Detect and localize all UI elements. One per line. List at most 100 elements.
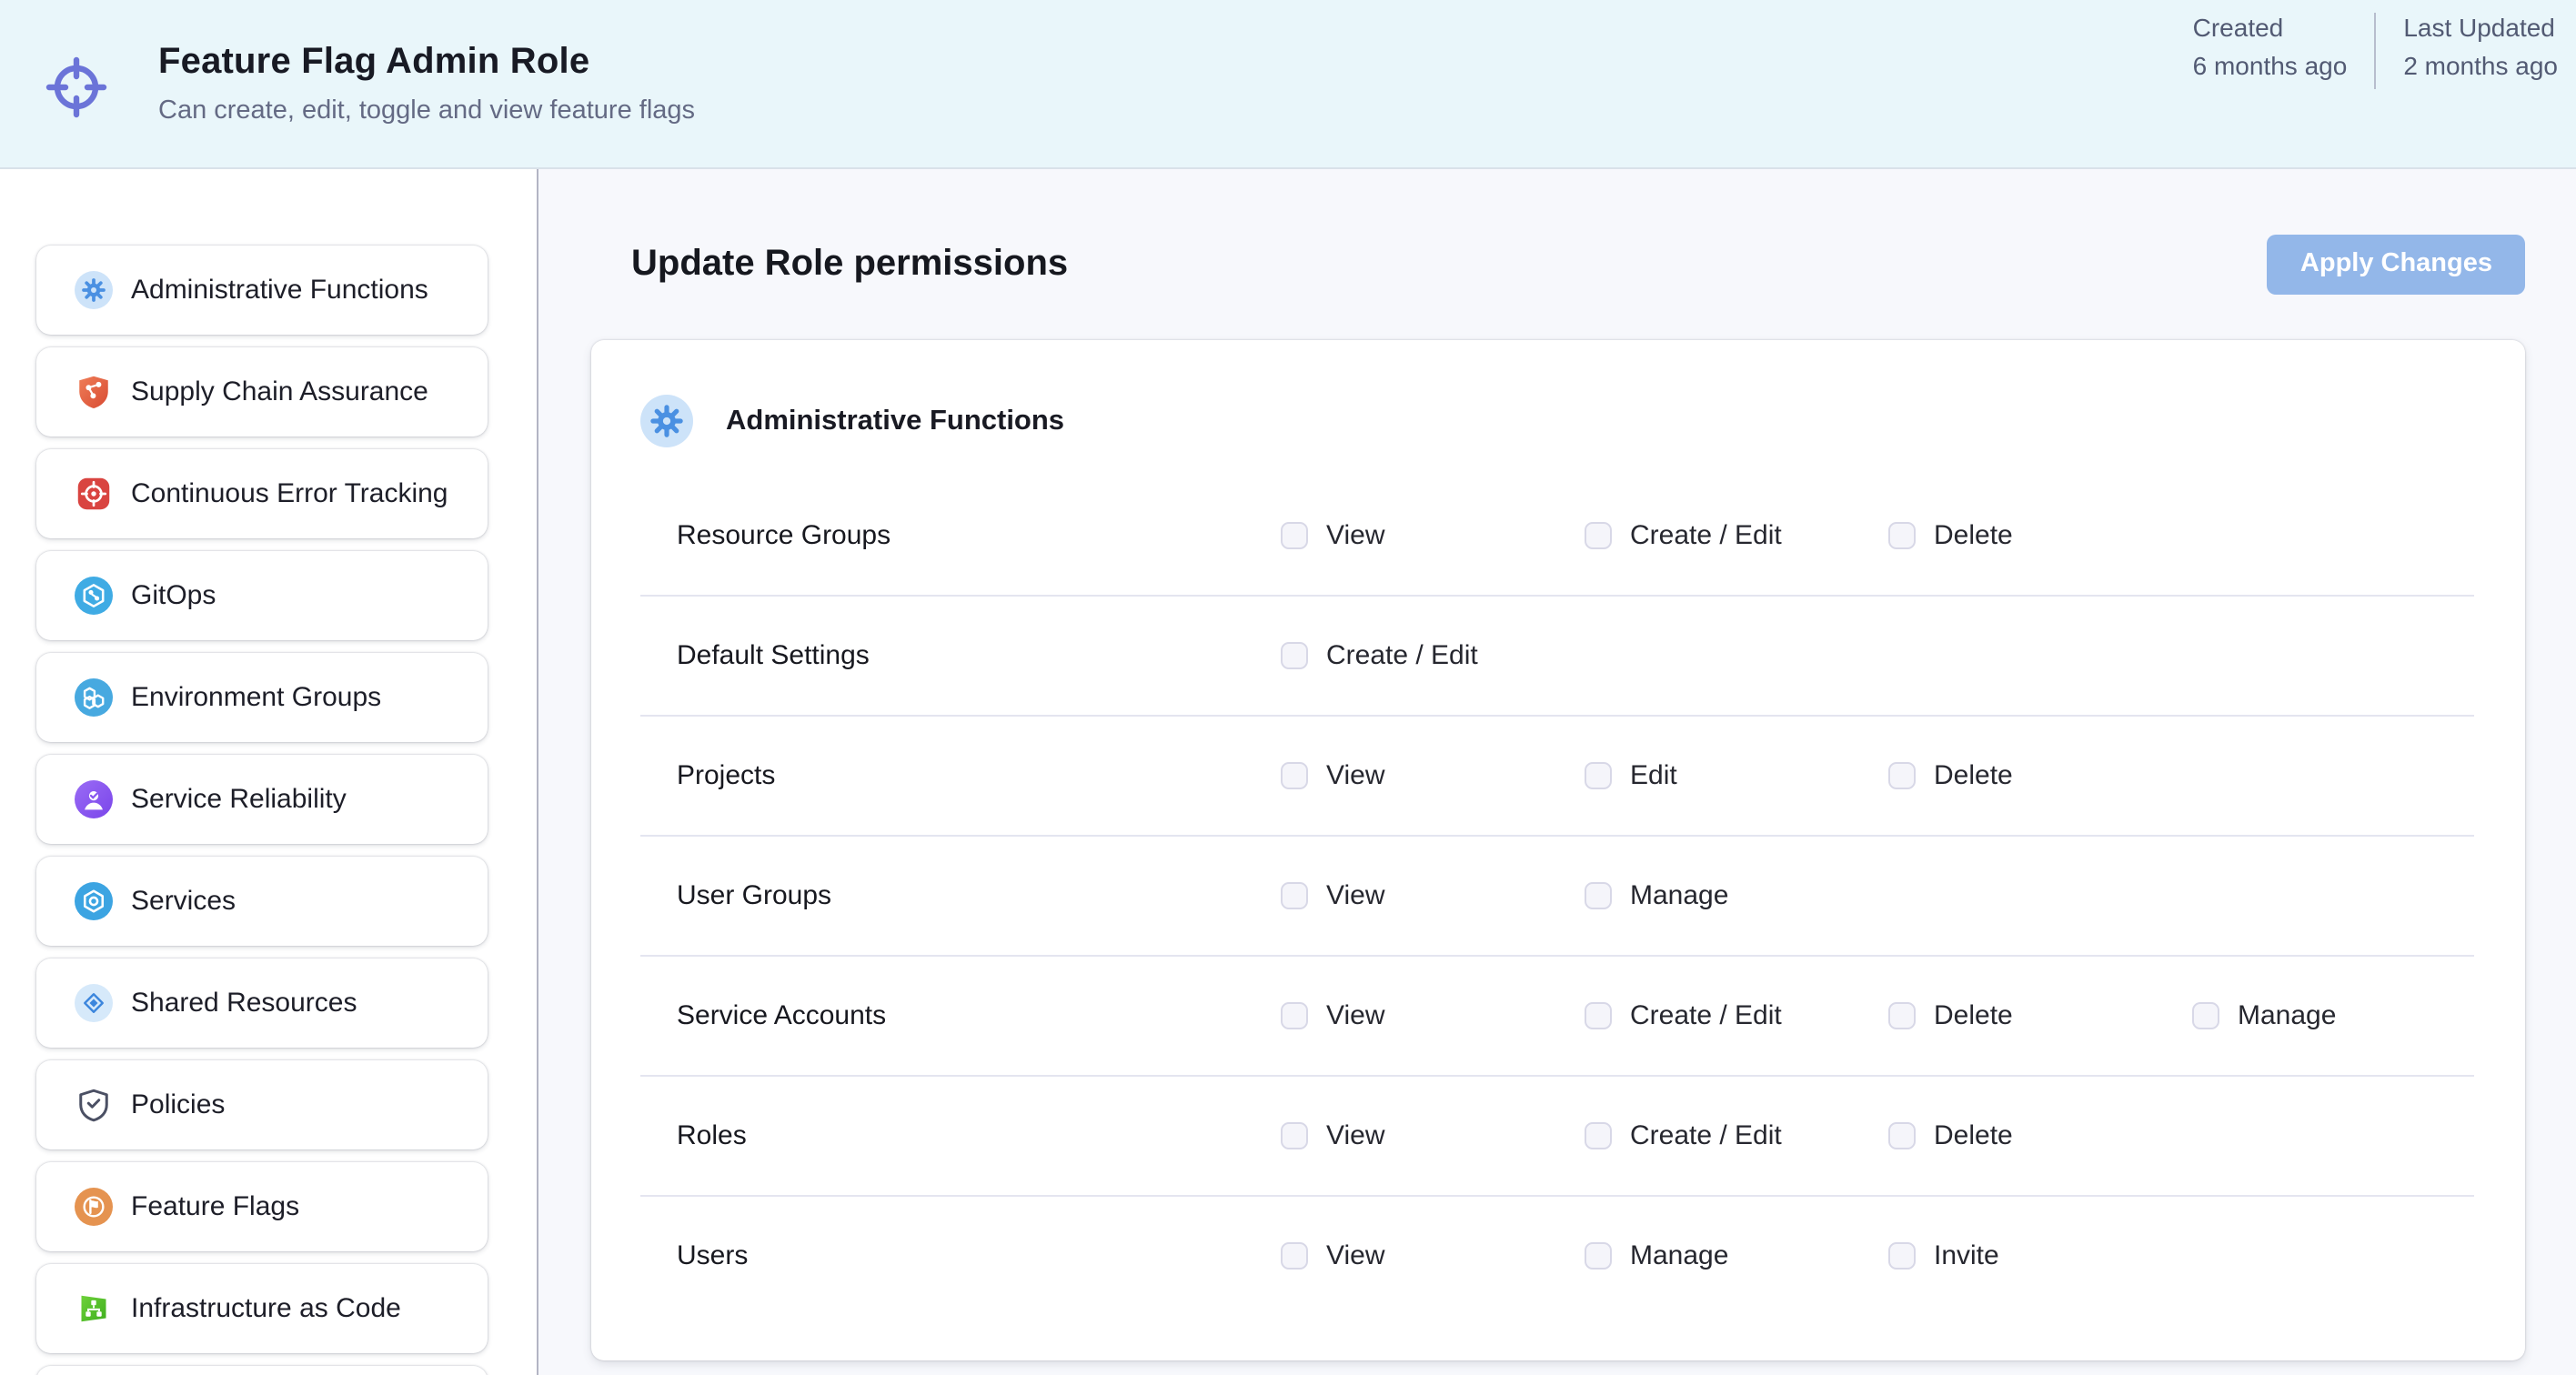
card-section-title: Administrative Functions <box>726 405 1064 437</box>
permission-label: View <box>1326 1120 1385 1151</box>
checkbox-service-accounts-create-edit[interactable] <box>1585 1002 1612 1029</box>
permission-label: Create / Edit <box>1630 1000 1782 1031</box>
page-body: Administrative Functions Supply Chain Ass… <box>0 169 2576 1375</box>
checkbox-users-view[interactable] <box>1281 1242 1308 1270</box>
permissions-table: Resource Groups View Create / Edit Delete De… <box>591 477 2525 1315</box>
permission-label: Edit <box>1630 760 1677 791</box>
permission-cell-manage: Manage <box>1585 1240 1888 1271</box>
sidebar-item-supply-chain-assurance[interactable]: Supply Chain Assurance <box>36 347 488 437</box>
checkbox-roles-delete[interactable] <box>1888 1122 1916 1149</box>
checkbox-resource-groups-view[interactable] <box>1281 522 1308 549</box>
apply-changes-button[interactable]: Apply Changes <box>2268 234 2525 294</box>
permission-cell-manage: Manage <box>1585 880 1888 911</box>
infrastructure-code-icon <box>75 1290 113 1328</box>
permission-label: Create / Edit <box>1630 520 1782 551</box>
checkbox-user-groups-view[interactable] <box>1281 882 1308 909</box>
checkbox-projects-edit[interactable] <box>1585 762 1612 789</box>
page-header: Feature Flag Admin Role Can create, edit… <box>0 0 2576 169</box>
permission-label: Manage <box>2238 1000 2336 1031</box>
meta-divider <box>2374 13 2376 89</box>
permission-cell-view: View <box>1281 760 1585 791</box>
sidebar-item-label: GitOps <box>131 580 216 611</box>
checkbox-roles-view[interactable] <box>1281 1122 1308 1149</box>
permission-label: View <box>1326 520 1385 551</box>
sidebar-item-service-reliability[interactable]: Service Reliability <box>36 755 488 844</box>
sidebar-item-label: Environment Groups <box>131 682 381 713</box>
permission-cell-create-edit: Create / Edit <box>1585 1000 1888 1031</box>
permission-cell-manage: Manage <box>2192 1000 2496 1031</box>
page-section-title: Update Role permissions <box>631 243 1068 285</box>
permission-cell-delete: Delete <box>1888 1000 2192 1031</box>
permission-cell-view: View <box>1281 1120 1585 1151</box>
permission-cell-view: View <box>1281 1000 1585 1031</box>
checkbox-default-settings-create-edit[interactable] <box>1281 642 1308 669</box>
permission-row-projects: ProjectsViewEditDelete <box>640 717 2474 837</box>
resource-name: Service Accounts <box>640 1000 1281 1031</box>
sidebar-item-services[interactable]: Services <box>36 857 488 946</box>
checkbox-users-invite[interactable] <box>1888 1242 1916 1270</box>
feature-flag-icon <box>75 1188 113 1226</box>
sidebar-item-infrastructure-as-code[interactable]: Infrastructure as Code <box>36 1264 488 1353</box>
permission-cell-view: View <box>1281 880 1585 911</box>
sidebar-item-continuous-error-tracking[interactable]: Continuous Error Tracking <box>36 449 488 538</box>
resource-name: Users <box>640 1240 1281 1271</box>
permission-label: View <box>1326 1240 1385 1271</box>
permission-label: Delete <box>1934 520 2013 551</box>
checkbox-roles-create-edit[interactable] <box>1585 1122 1612 1149</box>
sidebar-item-feature-flags[interactable]: Feature Flags <box>36 1162 488 1251</box>
main-header-row: Update Role permissions Apply Changes <box>591 169 2525 340</box>
shield-network-icon <box>75 373 113 411</box>
services-icon <box>75 882 113 920</box>
permission-cell-delete: Delete <box>1888 520 2192 551</box>
sidebar-item-administrative-functions[interactable]: Administrative Functions <box>36 246 488 335</box>
resource-name: Default Settings <box>640 640 1281 671</box>
permission-row-resource-groups: Resource Groups View Create / Edit Delete <box>640 477 2474 597</box>
checkbox-service-accounts-view[interactable] <box>1281 1002 1308 1029</box>
permission-label: Delete <box>1934 1120 2013 1151</box>
checkbox-projects-delete[interactable] <box>1888 762 1916 789</box>
service-reliability-icon <box>75 780 113 818</box>
permission-row-roles: RolesViewCreate / EditDelete <box>640 1077 2474 1197</box>
resource-name: User Groups <box>640 880 1281 911</box>
sidebar-item-environment-groups[interactable]: Environment Groups <box>36 653 488 742</box>
role-header-titles: Feature Flag Admin Role Can create, edit… <box>158 42 695 125</box>
header-meta: Created 6 months ago Last Updated 2 mont… <box>2193 0 2558 89</box>
permission-label: Invite <box>1934 1240 1999 1271</box>
sidebar-item-label: Continuous Error Tracking <box>131 478 448 509</box>
checkbox-resource-groups-create-edit[interactable] <box>1585 522 1612 549</box>
permission-label: Delete <box>1934 1000 2013 1031</box>
sidebar-item-label: Services <box>131 886 236 917</box>
sidebar-item-label: Infrastructure as Code <box>131 1293 401 1324</box>
checkbox-resource-groups-delete[interactable] <box>1888 522 1916 549</box>
last-updated-value: 2 months ago <box>2403 47 2558 85</box>
checkbox-service-accounts-delete[interactable] <box>1888 1002 1916 1029</box>
permissions-card-header: Administrative Functions <box>591 340 2525 447</box>
permission-cell-view: View <box>1281 520 1585 551</box>
role-crosshair-icon <box>38 47 115 124</box>
sidebar-item-label: Supply Chain Assurance <box>131 376 428 407</box>
permission-label: Create / Edit <box>1326 640 1478 671</box>
shared-resources-icon <box>75 984 113 1022</box>
permission-cell-edit: Edit <box>1585 760 1888 791</box>
permission-label: Create / Edit <box>1630 1120 1782 1151</box>
resource-name: Resource Groups <box>640 520 1281 551</box>
checkbox-service-accounts-manage[interactable] <box>2192 1002 2219 1029</box>
checkbox-users-manage[interactable] <box>1585 1242 1612 1270</box>
main-content: Update Role permissions Apply Changes Ad… <box>538 169 2576 1375</box>
created-value: 6 months ago <box>2193 47 2348 85</box>
permission-row-default-settings: Default Settings Create / Edit <box>640 597 2474 717</box>
app-root: Feature Flag Admin Role Can create, edit… <box>0 0 2576 1375</box>
permissions-card: Administrative Functions Resource Groups… <box>591 340 2525 1360</box>
sidebar-item-partial[interactable] <box>36 1366 488 1375</box>
sidebar-item-label: Administrative Functions <box>131 275 428 306</box>
permission-label: View <box>1326 760 1385 791</box>
checkbox-user-groups-manage[interactable] <box>1585 882 1612 909</box>
sidebar-item-gitops[interactable]: GitOps <box>36 551 488 640</box>
permission-label: Manage <box>1630 880 1728 911</box>
sidebar-item-shared-resources[interactable]: Shared Resources <box>36 958 488 1048</box>
sidebar-item-label: Shared Resources <box>131 988 357 1019</box>
sidebar-item-policies[interactable]: Policies <box>36 1060 488 1149</box>
checkbox-projects-view[interactable] <box>1281 762 1308 789</box>
page-title: Feature Flag Admin Role <box>158 42 695 84</box>
permission-row-user-groups: User GroupsView Manage <box>640 837 2474 957</box>
